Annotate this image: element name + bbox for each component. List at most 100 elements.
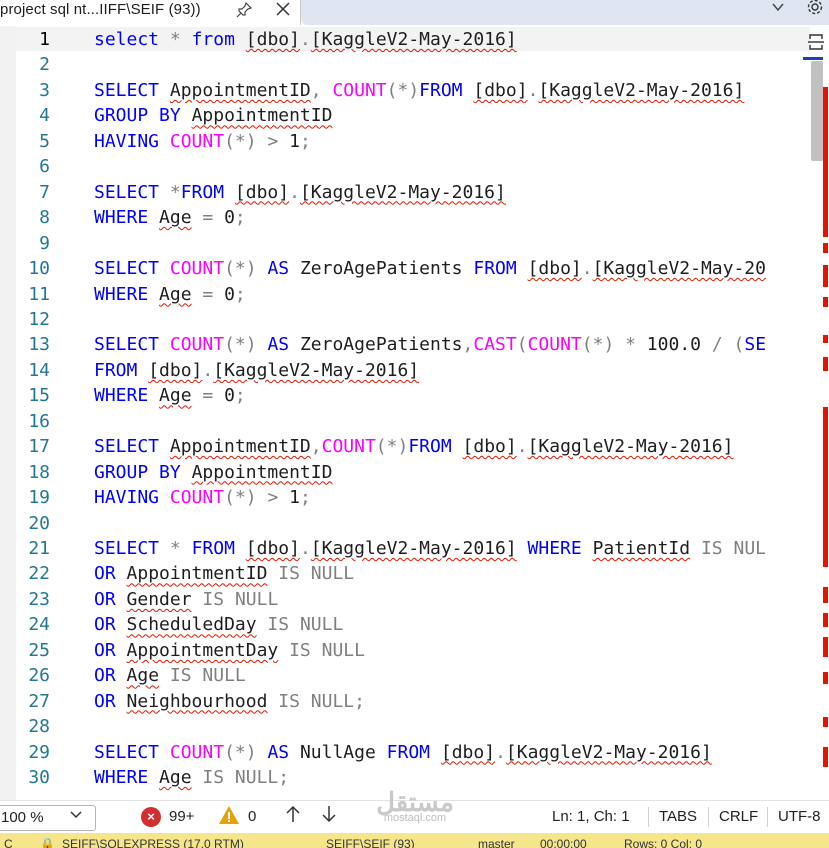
code-line[interactable]: 10 SELECT COUNT(*) AS ZeroAgePatients FRO… xyxy=(16,256,806,282)
tab-strip xyxy=(301,0,829,25)
pin-icon[interactable] xyxy=(236,1,254,20)
code-line[interactable]: 2 xyxy=(16,52,806,78)
code-line[interactable]: 17 SELECT AppointmentID,COUNT(*)FROM [dbo… xyxy=(16,434,806,460)
error-marker xyxy=(823,587,828,603)
code-line[interactable]: 14 FROM [dbo].[KaggleV2-May-2016] xyxy=(16,358,806,384)
line-number: 17 xyxy=(28,436,50,458)
code-line[interactable]: 13 SELECT COUNT(*) AS ZeroAgePatients,CAS… xyxy=(16,332,806,358)
gear-icon[interactable] xyxy=(804,0,826,20)
line-number: 4 xyxy=(39,105,50,127)
code-text: HAVING COUNT(*) > 1; xyxy=(94,130,311,152)
encoding[interactable]: UTF-8 xyxy=(778,808,821,825)
line-ending[interactable]: CRLF xyxy=(719,808,758,825)
code-line[interactable]: 1 select * from [dbo].[KaggleV2-May-2016] xyxy=(16,27,806,53)
line-number: 14 xyxy=(28,359,50,381)
error-marker xyxy=(823,297,828,307)
error-count[interactable]: 99+ xyxy=(169,808,194,825)
code-text: WHERE Age IS NULL; xyxy=(94,767,290,789)
split-editor-icon[interactable] xyxy=(806,32,826,54)
code-text: WHERE Age = 0; xyxy=(94,385,246,407)
line-number: 8 xyxy=(39,207,50,229)
code-line[interactable]: 9 xyxy=(16,231,806,257)
vertical-scrollbar[interactable] xyxy=(803,57,829,774)
code-line[interactable]: 21 SELECT * FROM [dbo].[KaggleV2-May-2016… xyxy=(16,536,806,562)
line-number: 21 xyxy=(28,538,50,559)
line-number: 30 xyxy=(28,767,50,789)
code-line[interactable]: 8 WHERE Age = 0; xyxy=(16,205,806,231)
code-text: SELECT COUNT(*) AS NullAge FROM [dbo].[K… xyxy=(94,741,712,763)
code-line[interactable]: 3 SELECT AppointmentID, COUNT(*)FROM [dbo… xyxy=(16,78,806,104)
next-error-icon[interactable] xyxy=(319,804,339,830)
cursor-position[interactable]: Ln: 1, Ch: 1 xyxy=(552,808,630,825)
info-login: SEIFF\SEIF (93) xyxy=(326,837,415,848)
code-line[interactable]: 26 OR Age IS NULL xyxy=(16,663,806,689)
code-line[interactable]: 15 WHERE Age = 0; xyxy=(16,383,806,409)
line-number: 11 xyxy=(28,283,50,305)
line-number: 24 xyxy=(28,614,50,636)
code-line[interactable]: 16 xyxy=(16,409,806,435)
code-text: OR ScheduledDay IS NULL xyxy=(94,614,344,636)
chevron-down-icon[interactable] xyxy=(768,0,788,20)
line-number: 15 xyxy=(28,385,50,407)
line-number: 20 xyxy=(28,512,50,534)
code-line[interactable]: 7 SELECT *FROM [dbo].[KaggleV2-May-2016] xyxy=(16,180,806,206)
close-icon[interactable] xyxy=(272,0,294,21)
error-marker xyxy=(823,717,828,727)
zoom-dropdown[interactable]: 100 % xyxy=(0,805,96,831)
line-number: 9 xyxy=(39,232,50,254)
line-number: 23 xyxy=(28,588,50,610)
error-marker xyxy=(823,613,828,627)
error-marker xyxy=(823,357,828,371)
cursor-marker xyxy=(803,57,823,60)
info-server: SEIFF\SQLEXPRESS (17.0 RTM) xyxy=(62,837,244,848)
error-marker xyxy=(823,265,828,287)
editor-tab[interactable]: project sql nt...IIFF\SEIF (93)) xyxy=(0,0,301,25)
code-text: OR Gender IS NULL xyxy=(94,588,279,610)
tab-bar: project sql nt...IIFF\SEIF (93)) xyxy=(0,0,829,26)
status-divider xyxy=(708,807,709,827)
code-text: FROM [dbo].[KaggleV2-May-2016] xyxy=(94,359,420,381)
code-text: GROUP BY AppointmentID xyxy=(94,461,333,483)
code-line[interactable]: 29 SELECT COUNT(*) AS NullAge FROM [dbo].… xyxy=(16,740,806,766)
code-text: SELECT *FROM [dbo].[KaggleV2-May-2016] xyxy=(94,181,506,203)
code-line[interactable]: 18 GROUP BY AppointmentID xyxy=(16,460,806,486)
error-marker xyxy=(823,637,828,657)
code-line[interactable]: 19 HAVING COUNT(*) > 1; xyxy=(16,485,806,511)
warning-count[interactable]: 0 xyxy=(248,808,256,825)
code-line[interactable]: 23 OR Gender IS NULL xyxy=(16,587,806,613)
line-number: 10 xyxy=(28,258,50,280)
previous-error-icon[interactable] xyxy=(283,804,303,830)
code-line[interactable]: 22 OR AppointmentID IS NULL xyxy=(16,561,806,587)
error-icon[interactable]: × xyxy=(141,807,161,827)
code-line[interactable]: 28 xyxy=(16,714,806,740)
line-number: 19 xyxy=(28,487,50,509)
code-line[interactable]: 11 WHERE Age = 0; xyxy=(16,282,806,308)
code-line[interactable]: 24 OR ScheduledDay IS NULL xyxy=(16,612,806,638)
line-number: 2 xyxy=(39,54,50,76)
scrollbar-thumb[interactable] xyxy=(811,61,823,161)
indent-mode[interactable]: TABS xyxy=(659,808,697,825)
code-line[interactable]: 5 HAVING COUNT(*) > 1; xyxy=(16,129,806,155)
code-line[interactable]: 12 xyxy=(16,307,806,333)
code-text: WHERE Age = 0; xyxy=(94,207,246,229)
tab-title: project sql nt...IIFF\SEIF (93)) xyxy=(0,1,201,18)
warning-icon[interactable] xyxy=(218,804,240,826)
line-number: 16 xyxy=(28,410,50,432)
status-divider xyxy=(767,807,768,827)
code-text: OR Age IS NULL xyxy=(94,665,246,687)
info-database: master xyxy=(478,837,515,848)
code-line[interactable]: 6 xyxy=(16,154,806,180)
zoom-value: 100 % xyxy=(1,809,44,826)
code-line[interactable]: 4 GROUP BY AppointmentID xyxy=(16,103,806,129)
code-line[interactable]: 20 xyxy=(16,511,806,537)
code-editor[interactable]: 1 select * from [dbo].[KaggleV2-May-2016]… xyxy=(0,26,829,800)
line-number: 27 xyxy=(28,690,50,712)
code-text: SELECT AppointmentID,COUNT(*)FROM [dbo].… xyxy=(94,436,734,458)
code-line[interactable]: 27 OR Neighbourhood IS NULL; xyxy=(16,689,806,715)
line-number: 28 xyxy=(28,716,50,738)
line-number: 26 xyxy=(28,665,50,687)
line-number: 18 xyxy=(28,461,50,483)
selection-margin[interactable] xyxy=(0,26,16,800)
code-line[interactable]: 25 OR AppointmentDay IS NULL xyxy=(16,638,806,664)
code-text: GROUP BY AppointmentID xyxy=(94,105,333,127)
